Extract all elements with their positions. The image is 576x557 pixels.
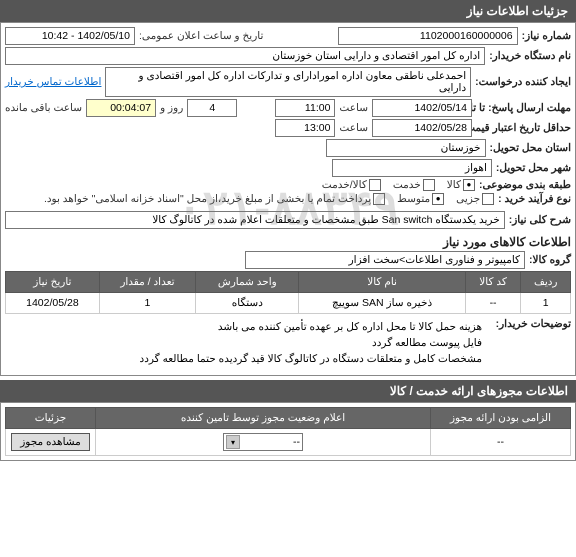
lic-col-details: جزئیات [6,408,96,429]
checkbox-medium[interactable] [432,193,444,205]
view-license-button[interactable]: مشاهده مجوز [11,433,90,451]
lic-col-status: اعلام وضعیت مجوز توسط تامین کننده [96,408,431,429]
buyer-org-label: نام دستگاه خریدار: [489,50,571,62]
days-count: 4 [187,99,237,117]
col-date: تاریخ نیاز [6,272,100,293]
cat-service-label: خدمت [393,179,421,191]
note-line-1: هزینه حمل کالا تا محل اداره کل بر عهده ت… [5,320,482,336]
announce-datetime-value: 1402/05/10 - 10:42 [5,27,135,45]
deadline-label: مهلت ارسال پاسخ: تا تاریخ: [476,102,571,114]
col-unit: واحد شمارش [196,272,299,293]
cell-name: ذخیره ساز SAN سوییچ [299,293,465,314]
need-desc-value: خرید یکدستگاه San switch طبق مشخصات و مت… [5,211,505,229]
validity-label: حداقل تاریخ اعتبار قیمت: تا تاریخ: [476,122,571,134]
checkbox-service[interactable] [423,179,435,191]
cell-date: 1402/05/28 [6,293,100,314]
need-number-label: شماره نیاز: [522,30,571,42]
lic-cell-status: -- ▾ [96,429,431,456]
validity-time: 13:00 [275,119,335,137]
goods-section-title: اطلاعات کالاهای مورد نیاز [5,235,571,249]
checkbox-goods[interactable] [463,179,475,191]
cell-qty: 1 [99,293,195,314]
col-name: نام کالا [299,272,465,293]
need-number-value: 1102000160000006 [338,27,518,45]
need-desc-label: شرح کلی نیاز: [509,214,571,226]
announce-datetime-label: تاریخ و ساعت اعلان عمومی: [139,30,263,42]
status-dropdown[interactable]: -- ▾ [223,433,303,451]
goods-group-value: کامپیوتر و فناوری اطلاعات>سخت افزار [245,251,525,269]
time-label-2: ساعت [339,122,368,134]
cell-row: 1 [521,293,571,314]
lic-col-mandatory: الزامی بودن ارائه مجوز [431,408,571,429]
deadline-date: 1402/05/14 [372,99,472,117]
col-qty: تعداد / مقدار [99,272,195,293]
lic-cell-mandatory: -- [431,429,571,456]
note-line-3: مشخصات کامل و متعلقات دستگاه در کاتالوگ … [5,352,482,368]
city-label: شهر محل تحویل: [496,162,571,174]
checkbox-small[interactable] [482,193,494,205]
table-row: 1 -- ذخیره ساز SAN سوییچ دستگاه 1 1402/0… [6,293,571,314]
purchase-note: پرداخت تمام یا بخشی از مبلغ خرید،از محل … [44,193,371,205]
col-row: ردیف [521,272,571,293]
checkbox-note[interactable] [373,193,385,205]
city-value: اهواز [332,159,492,177]
pt-small-label: جزیی [456,193,480,205]
province-label: استان محل تحویل: [490,142,571,154]
requester-value: احمدعلی ناطقی معاون اداره امورادارای و ت… [105,67,471,97]
deadline-time: 11:00 [275,99,335,117]
remaining-time: 00:04:07 [86,99,156,117]
contact-link[interactable]: اطلاعات تماس خریدار [5,76,101,88]
goods-table: ردیف کد کالا نام کالا واحد شمارش تعداد /… [5,271,571,314]
province-value: خوزستان [326,139,486,157]
requester-label: ایجاد کننده درخواست: [475,76,571,88]
cell-unit: دستگاه [196,293,299,314]
category-label: طبقه بندی موضوعی: [479,179,571,191]
chevron-down-icon: ▾ [226,435,240,449]
notes-label: توضیحات خریدار: [486,318,571,330]
time-label-1: ساعت [339,102,368,114]
goods-group-label: گروه کالا: [529,254,571,266]
cat-goods-label: کالا [447,179,461,191]
buyer-org-value: اداره کل امور اقتصادی و دارایی استان خوز… [5,47,485,65]
license-row: -- -- ▾ مشاهده مجوز [6,429,571,456]
cell-code: -- [465,293,521,314]
page-header: جزئیات اطلاعات نیاز [0,0,576,22]
license-section-header: اطلاعات مجوزهای ارائه خدمت / کالا [0,380,576,402]
remaining-label: ساعت باقی مانده [5,102,82,114]
col-code: کد کالا [465,272,521,293]
pt-medium-label: متوسط [397,193,430,205]
validity-date: 1402/05/28 [372,119,472,137]
note-line-2: فایل پیوست مطالعه گردد [5,336,482,352]
days-label: روز و [160,102,183,114]
license-table: الزامی بودن ارائه مجوز اعلام وضعیت مجوز … [5,407,571,456]
checkbox-goods-service[interactable] [369,179,381,191]
cat-goods-service-label: کالا/خدمت [322,179,367,191]
purchase-type-label: نوع فرآیند خرید : [498,193,571,205]
